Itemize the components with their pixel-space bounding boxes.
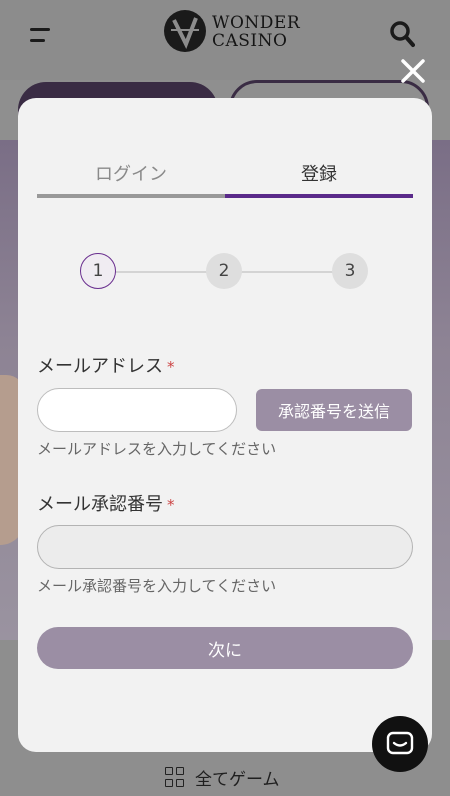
next-button[interactable]: 次に xyxy=(37,627,413,669)
tab-login[interactable]: ログイン xyxy=(37,160,225,186)
hamburger-menu-icon[interactable] xyxy=(30,26,52,44)
register-modal: ログイン 登録 1 2 3 メールアドレス * 承認番号を送信 メールアドレスを入… xyxy=(18,98,432,752)
logo[interactable]: WONDER CASINO xyxy=(162,8,312,56)
send-code-button[interactable]: 承認番号を送信 xyxy=(256,389,412,431)
chat-icon xyxy=(386,731,414,755)
verification-code-field[interactable] xyxy=(37,525,413,569)
all-games-link[interactable]: 全てゲーム xyxy=(165,765,280,790)
tab-login-underline xyxy=(37,194,225,198)
email-field[interactable] xyxy=(37,388,237,432)
app-header: WONDER CASINO xyxy=(0,0,450,80)
step-3: 3 xyxy=(332,253,368,289)
grid-icon xyxy=(165,767,185,787)
email-hint: メールアドレスを入力してください xyxy=(37,440,277,458)
step-1: 1 xyxy=(80,253,116,289)
logo-text-line2: CASINO xyxy=(212,31,288,51)
code-required-mark: * xyxy=(167,496,175,514)
step-indicator: 1 2 3 xyxy=(80,253,370,293)
email-required-mark: * xyxy=(167,358,175,376)
email-label-text: メールアドレス xyxy=(37,356,163,377)
tab-register-underline xyxy=(225,194,413,198)
logo-emblem-icon xyxy=(164,10,206,52)
code-label: メール承認番号 * xyxy=(37,490,175,516)
close-icon[interactable] xyxy=(398,56,428,86)
logo-text-line1: WONDER xyxy=(212,13,301,33)
tab-register[interactable]: 登録 xyxy=(225,160,413,186)
code-label-text: メール承認番号 xyxy=(37,494,163,515)
email-label: メールアドレス * xyxy=(37,352,175,378)
code-hint: メール承認番号を入力してください xyxy=(37,577,277,595)
all-games-label: 全てゲーム xyxy=(195,769,280,790)
chat-button[interactable] xyxy=(372,716,428,772)
search-icon[interactable] xyxy=(389,20,415,48)
step-2: 2 xyxy=(206,253,242,289)
